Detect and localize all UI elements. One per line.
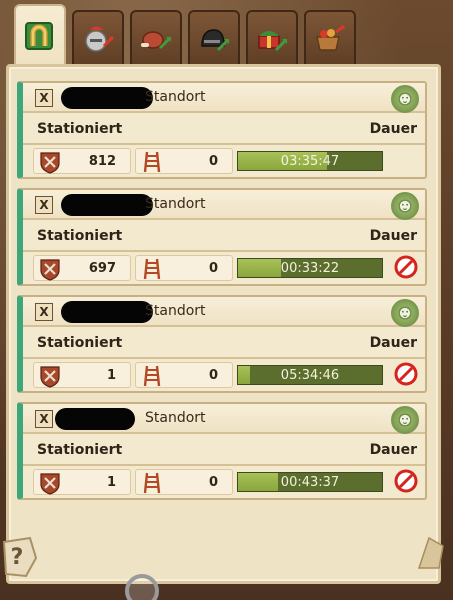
garrison-entry: X Standort Stationiert Dauer 812 0 03:35…: [17, 81, 427, 179]
timer-text: 00:43:37: [280, 475, 340, 490]
x-label: X: [39, 198, 49, 212]
entry-list: X Standort Stationiert Dauer 812 0 03:35…: [17, 81, 427, 509]
troop-cell: 812: [33, 148, 131, 174]
horseshoe-icon: [25, 22, 53, 50]
entry-stats: 1 0 05:34:46: [23, 359, 425, 389]
location-label: Standort: [145, 410, 206, 426]
entry-labels: Stationiert Dauer: [23, 113, 425, 145]
garrison-panel: X Standort Stationiert Dauer 812 0 03:35…: [6, 64, 441, 584]
close-checkbox[interactable]: X: [35, 410, 53, 428]
knight-helmet-icon: [85, 26, 115, 52]
close-checkbox[interactable]: X: [35, 303, 53, 321]
redacted-name: [61, 301, 153, 323]
ladder-count: 0: [208, 368, 218, 383]
cancel-icon[interactable]: [393, 468, 419, 494]
duration-timer: 05:34:46: [237, 365, 383, 385]
ladder-count: 0: [208, 475, 218, 490]
ladder-cell: 0: [135, 362, 233, 388]
troop-cell: 1: [33, 362, 131, 388]
entry-labels: Stationiert Dauer: [23, 434, 425, 466]
location-label: Standort: [145, 89, 206, 105]
help-button[interactable]: ?: [0, 534, 40, 578]
tab-basket[interactable]: [304, 10, 356, 66]
tab-bar: [10, 4, 445, 66]
x-label: X: [39, 305, 49, 319]
garrison-entry: X Standort Stationiert Dauer 1: [17, 402, 427, 500]
close-checkbox[interactable]: X: [35, 89, 53, 107]
entry-labels: Stationiert Dauer: [23, 220, 425, 252]
lion-crest-icon[interactable]: [391, 85, 419, 113]
x-label: X: [39, 412, 49, 426]
entry-header: X Standort: [23, 190, 425, 220]
location-label: Standort: [145, 196, 206, 212]
meat-icon: [141, 31, 172, 50]
entry-header: X Standort: [23, 404, 425, 434]
garrison-entry: X Standort Stationiert Dauer 1: [17, 295, 427, 393]
tab-helmet[interactable]: [188, 10, 240, 66]
ladder-icon: [143, 151, 161, 173]
timer-text: 05:34:46: [280, 368, 340, 383]
gift-icon: [258, 31, 288, 52]
entry-labels: Stationiert Dauer: [23, 327, 425, 359]
garrison-entry: X Standort Stationiert Dauer 697 0 00:33…: [17, 188, 427, 286]
ladder-count: 0: [208, 154, 218, 169]
ladder-count: 0: [208, 261, 218, 276]
tab-knight[interactable]: [72, 10, 124, 66]
entry-stats: 812 0 03:35:47: [23, 145, 425, 175]
timer-text: 03:35:47: [280, 154, 340, 169]
ladder-cell: 0: [135, 255, 233, 281]
duration-label: Dauer: [369, 121, 417, 137]
lion-crest-icon[interactable]: [391, 406, 419, 434]
ladder-cell: 0: [135, 148, 233, 174]
stationed-label: Stationiert: [37, 121, 123, 137]
crossed-swords-icon: [40, 259, 60, 281]
cancel-icon[interactable]: [393, 361, 419, 387]
troop-count: 1: [106, 475, 116, 490]
corner-ornament: [417, 536, 444, 569]
duration-timer: 03:35:47: [237, 151, 383, 171]
help-label: ?: [11, 545, 24, 570]
entry-header: X Standort: [23, 83, 425, 113]
troop-cell: 697: [33, 255, 131, 281]
ladder-icon: [143, 365, 161, 387]
redacted-name: [61, 87, 153, 109]
crossed-swords-icon: [40, 366, 60, 388]
troop-count: 1: [106, 368, 116, 383]
troop-count: 697: [88, 261, 116, 276]
redacted-name: [55, 408, 135, 430]
entry-header: X Standort: [23, 297, 425, 327]
troop-cell: 1: [33, 469, 131, 495]
duration-label: Dauer: [369, 335, 417, 351]
tab-overview[interactable]: [14, 4, 66, 66]
crossed-swords-icon: [40, 152, 60, 174]
dark-helmet-icon: [201, 29, 230, 52]
stationed-label: Stationiert: [37, 335, 123, 351]
stationed-label: Stationiert: [37, 442, 123, 458]
duration-label: Dauer: [369, 442, 417, 458]
basket-icon: [316, 24, 345, 51]
stationed-label: Stationiert: [37, 228, 123, 244]
duration-timer: 00:43:37: [237, 472, 383, 492]
location-label: Standort: [145, 303, 206, 319]
entry-stats: 1 0 00:43:37: [23, 466, 425, 496]
tab-food[interactable]: [130, 10, 182, 66]
timer-text: 00:33:22: [280, 261, 340, 276]
troop-count: 812: [88, 154, 116, 169]
close-checkbox[interactable]: X: [35, 196, 53, 214]
lion-crest-icon[interactable]: [391, 192, 419, 220]
duration-timer: 00:33:22: [237, 258, 383, 278]
tab-gift[interactable]: [246, 10, 298, 66]
scroll-handle[interactable]: [125, 574, 159, 600]
ladder-icon: [143, 472, 161, 494]
redacted-name: [61, 194, 153, 216]
entry-stats: 697 0 00:33:22: [23, 252, 425, 282]
duration-label: Dauer: [369, 228, 417, 244]
ladder-icon: [143, 258, 161, 280]
cancel-icon[interactable]: [393, 254, 419, 280]
ladder-cell: 0: [135, 469, 233, 495]
lion-crest-icon[interactable]: [391, 299, 419, 327]
crossed-swords-icon: [40, 473, 60, 495]
x-label: X: [39, 91, 49, 105]
